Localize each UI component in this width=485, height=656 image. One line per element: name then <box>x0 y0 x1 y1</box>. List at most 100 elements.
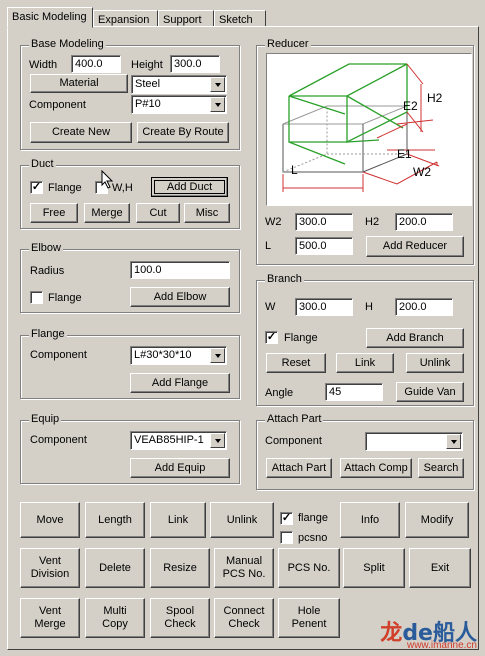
pcsno-label: pcsno <box>298 532 328 544</box>
watermark: 龙de船人 www.imanne.cn <box>380 623 477 652</box>
equip-component-value: VEAB85HIP-1 <box>134 434 204 446</box>
dropdown-arrow-icon[interactable] <box>210 77 225 92</box>
length-button[interactable]: Length <box>85 502 145 538</box>
duct-flange-label: Flange <box>48 182 82 194</box>
elbow-flange-checkbox[interactable] <box>30 291 43 304</box>
width-input[interactable]: 400.0 <box>71 55 121 73</box>
attach-comp-button[interactable]: Attach Comp <box>340 458 412 478</box>
l-label: L <box>265 240 272 252</box>
spool-check-button[interactable]: Spool Check <box>150 598 210 638</box>
multi-copy-button[interactable]: Multi Copy <box>85 598 145 638</box>
branch-w-label: W <box>265 301 276 313</box>
height-input[interactable]: 300.0 <box>170 55 220 73</box>
diagram-label-w2: W2 <box>413 165 431 179</box>
material-select[interactable]: Steel <box>131 75 227 94</box>
hole-penent-button[interactable]: Hole Penent <box>278 598 340 638</box>
pcs-no-button[interactable]: PCS No. <box>278 548 340 588</box>
group-title: Attach Part <box>265 413 324 425</box>
vent-merge-button[interactable]: Vent Merge <box>20 598 80 638</box>
create-by-route-button[interactable]: Create By Route <box>137 122 229 143</box>
component-select-value: P#10 <box>135 98 161 110</box>
reducer-diagram-drawing: H2 E2 E1 W2 L <box>282 63 443 192</box>
search-button[interactable]: Search <box>418 458 464 478</box>
flange-checkbox[interactable]: ✓ <box>280 512 293 525</box>
resize-button[interactable]: Resize <box>150 548 210 588</box>
angle-input[interactable]: 45 <box>325 383 383 401</box>
branch-h-label: H <box>365 301 373 313</box>
w2-input[interactable]: 300.0 <box>295 213 353 231</box>
add-duct-button[interactable]: Add Duct <box>151 177 228 197</box>
radius-label: Radius <box>30 265 65 277</box>
attach-part-button[interactable]: Attach Part <box>266 458 332 478</box>
group-title: Flange <box>29 328 67 340</box>
group-title: Elbow <box>29 242 63 254</box>
add-elbow-button[interactable]: Add Elbow <box>130 287 230 307</box>
unlink-button[interactable]: Unlink <box>210 502 274 538</box>
branch-flange-label: Flange <box>284 332 318 344</box>
misc-button[interactable]: Misc <box>184 203 230 223</box>
merge-button[interactable]: Merge <box>84 203 130 223</box>
h2-input[interactable]: 200.0 <box>395 213 453 231</box>
free-button[interactable]: Free <box>30 203 78 223</box>
material-button[interactable]: Material <box>30 74 128 93</box>
cut-button[interactable]: Cut <box>136 203 180 223</box>
component-label: Component <box>29 99 86 111</box>
component-select[interactable]: P#10 <box>131 95 227 114</box>
split-button[interactable]: Split <box>343 548 405 588</box>
height-label: Height <box>131 59 163 71</box>
elbow-flange-label: Flange <box>48 292 82 304</box>
w2-label: W2 <box>265 216 282 228</box>
flange-check-label: flange <box>298 512 328 524</box>
add-branch-button[interactable]: Add Branch <box>366 328 464 348</box>
add-reducer-button[interactable]: Add Reducer <box>366 236 464 257</box>
link-button[interactable]: Link <box>150 502 206 538</box>
pcsno-checkbox[interactable] <box>280 531 293 544</box>
diagram-label-h2: H2 <box>427 91 443 105</box>
attach-component-select[interactable] <box>365 432 463 451</box>
group-title: Reducer <box>265 38 311 50</box>
duct-flange-checkbox[interactable]: ✓ <box>30 181 43 194</box>
watermark-logo: 龙de船人 <box>380 623 477 645</box>
l-input[interactable]: 500.0 <box>295 237 353 255</box>
mouse-cursor-icon <box>101 170 114 189</box>
info-button[interactable]: Info <box>340 502 400 538</box>
diagram-label-e2: E2 <box>403 99 418 113</box>
reset-button[interactable]: Reset <box>266 353 326 373</box>
angle-label: Angle <box>265 387 294 399</box>
modify-button[interactable]: Modify <box>405 502 469 538</box>
reducer-diagram: H2 E2 E1 W2 L <box>266 53 472 206</box>
radius-input[interactable]: 100.0 <box>130 261 230 279</box>
diagram-label-l: L <box>291 163 298 177</box>
add-flange-button[interactable]: Add Flange <box>130 373 230 393</box>
dropdown-arrow-icon[interactable] <box>446 434 461 449</box>
flange-component-value: L#30*30*10 <box>134 349 192 361</box>
guide-van-button[interactable]: Guide Van <box>396 382 464 402</box>
group-title: Branch <box>265 273 304 285</box>
dropdown-arrow-icon[interactable] <box>210 433 225 448</box>
h2-label: H2 <box>365 216 380 228</box>
exit-button[interactable]: Exit <box>409 548 471 588</box>
material-select-value: Steel <box>135 78 161 90</box>
vent-division-button[interactable]: Vent Division <box>20 548 80 588</box>
tab-basic-modeling[interactable]: Basic Modeling <box>7 7 93 28</box>
dropdown-arrow-icon[interactable] <box>210 97 225 112</box>
flange-component-select[interactable]: L#30*30*10 <box>130 346 227 365</box>
manual-pcs-no-button[interactable]: Manual PCS No. <box>214 548 274 588</box>
branch-unlink-button[interactable]: Unlink <box>406 353 464 373</box>
branch-flange-checkbox[interactable]: ✓ <box>265 331 278 344</box>
watermark-logo-a: 龙 <box>380 621 403 646</box>
move-button[interactable]: Move <box>20 502 80 538</box>
branch-h-input[interactable]: 200.0 <box>395 298 453 316</box>
delete-button[interactable]: Delete <box>85 548 145 588</box>
add-equip-button[interactable]: Add Equip <box>130 458 230 478</box>
branch-link-button[interactable]: Link <box>336 353 394 373</box>
branch-w-input[interactable]: 300.0 <box>295 298 353 316</box>
connect-check-button[interactable]: Connect Check <box>214 598 274 638</box>
dropdown-arrow-icon[interactable] <box>210 348 225 363</box>
wh-label: W,H <box>112 182 133 194</box>
create-new-button[interactable]: Create New <box>30 122 132 143</box>
width-label: Width <box>29 59 58 71</box>
group-title: Base Modeling <box>29 38 106 50</box>
attach-part-group: Attach Part <box>256 413 474 490</box>
equip-component-select[interactable]: VEAB85HIP-1 <box>130 431 227 450</box>
